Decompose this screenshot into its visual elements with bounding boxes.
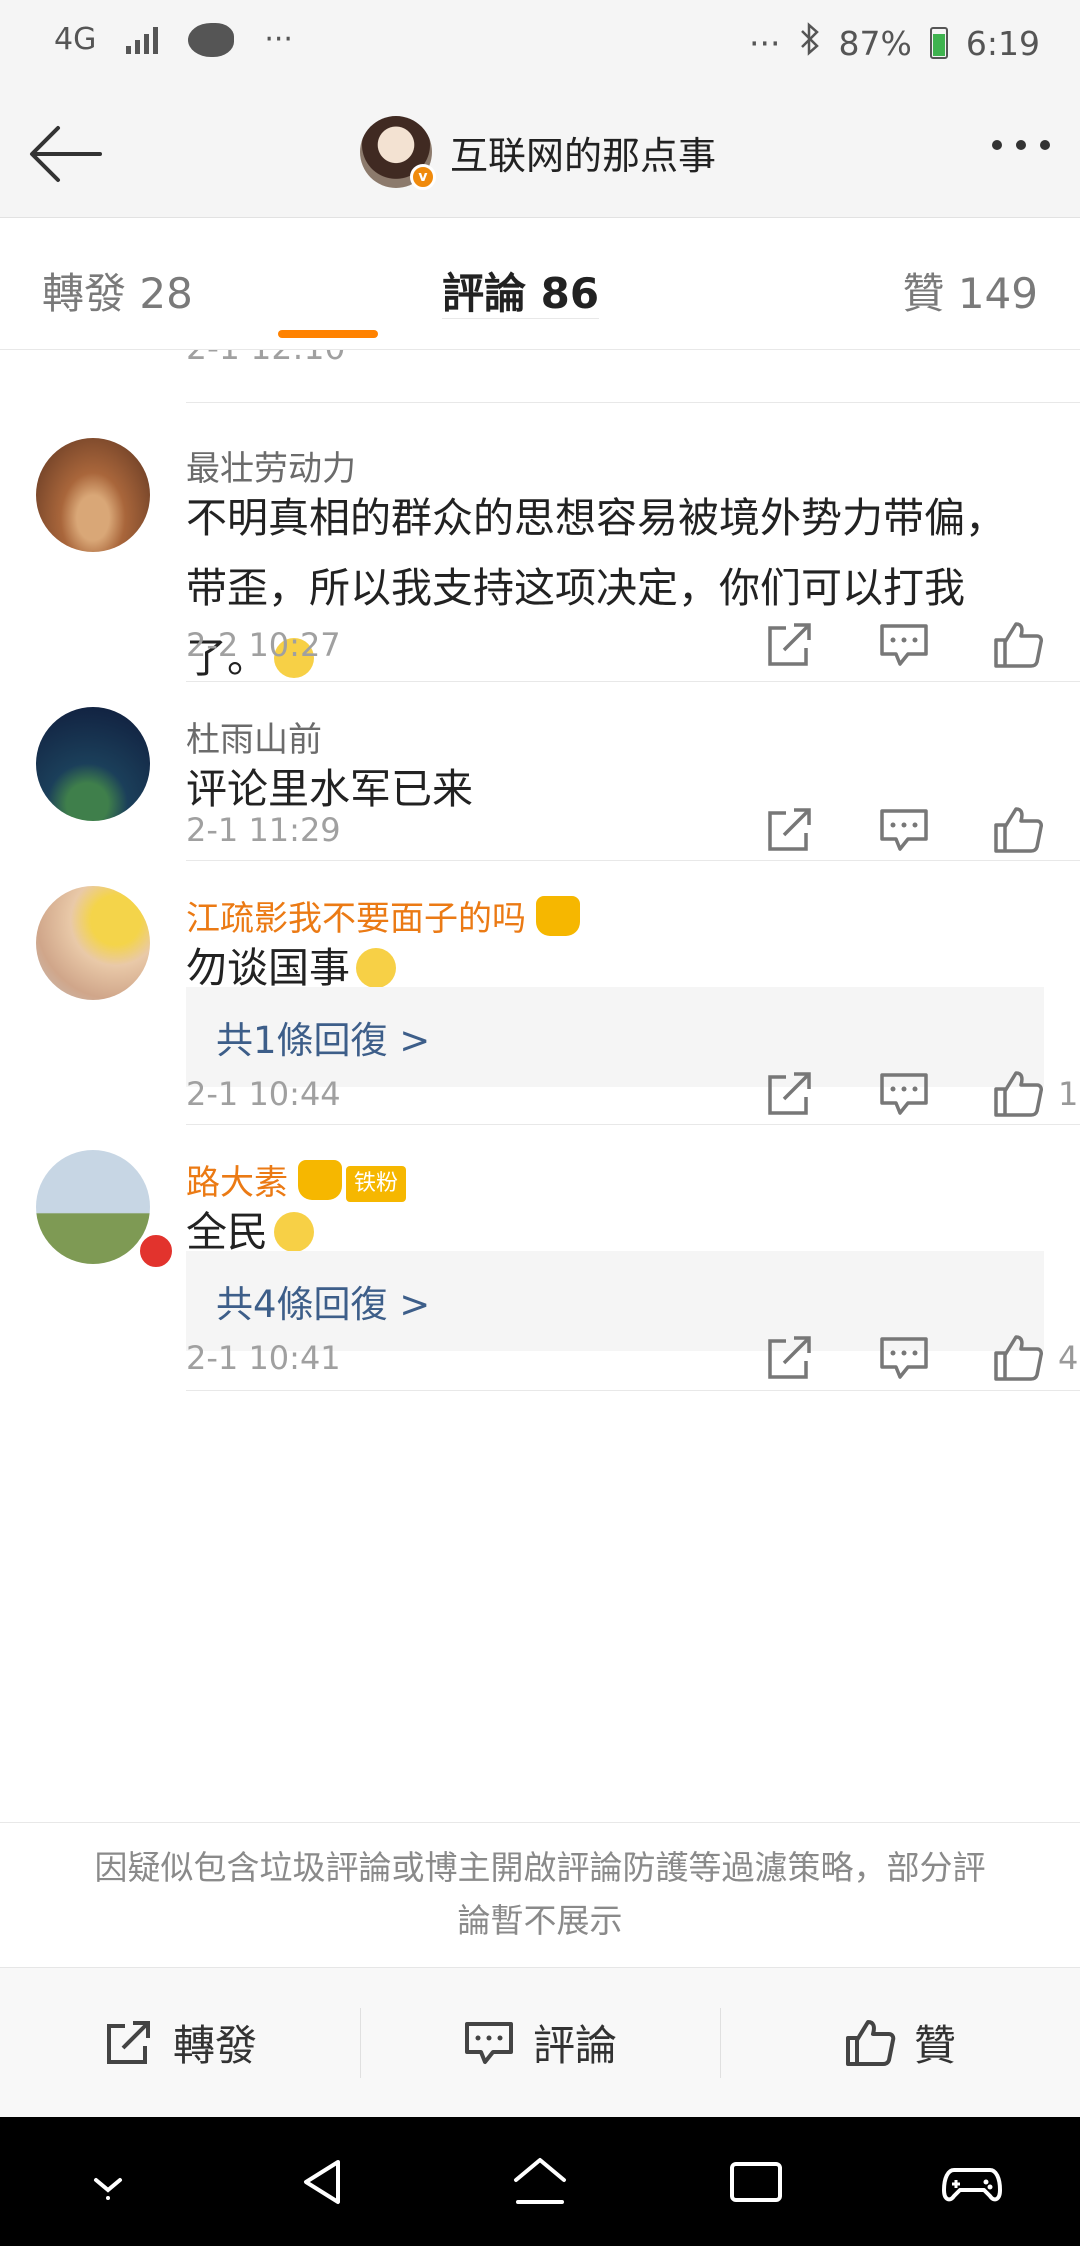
comment-meta: 2-2 10:27 <box>186 622 1080 668</box>
forward-button[interactable]: 轉發 <box>0 1968 360 2117</box>
comment-item-clipped: 2-1 12:10 <box>186 350 1080 403</box>
avatar[interactable] <box>36 886 150 1000</box>
comment-icon[interactable] <box>878 805 930 855</box>
chevron-down-icon[interactable] <box>76 2150 140 2214</box>
recents-icon[interactable] <box>724 2150 788 2214</box>
comment-time: 2-2 10:27 <box>186 626 341 664</box>
verified-badge-icon: v <box>410 164 436 190</box>
thumbs-up-icon[interactable] <box>992 620 1044 670</box>
app-notification-icon <box>188 22 235 57</box>
comment-item[interactable]: 最壮劳动力 不明真相的群众的思想容易被境外势力带偏，带歪，所以我支持这项决定，你… <box>36 403 1080 682</box>
comment-time: 2-1 10:41 <box>186 1339 341 1377</box>
back-arrow-icon[interactable] <box>28 122 104 186</box>
comment-time: 2-1 12:10 <box>186 350 346 367</box>
battery-percent: 87% <box>838 23 912 63</box>
comment-time: 2-1 10:44 <box>186 1075 341 1113</box>
comment-icon <box>464 2021 513 2064</box>
comment-meta: 2-1 10:44 1 <box>186 1071 1080 1117</box>
thumbs-up-icon[interactable] <box>992 1333 1044 1383</box>
app-header: v 互联网的那点事 <box>0 90 1080 218</box>
avatar[interactable] <box>36 438 150 552</box>
battery-icon <box>929 27 948 59</box>
more-status: ··· <box>749 23 781 63</box>
share-icon[interactable] <box>764 805 816 855</box>
like-button[interactable]: 4 <box>992 1333 1080 1383</box>
comment-icon[interactable] <box>878 1333 930 1383</box>
comment-text-content: 勿谈国事 <box>186 944 350 992</box>
forward-label: 轉發 <box>172 2021 257 2070</box>
filter-notice: 因疑似包含垃圾評論或博主開啟評論防護等過濾策略，部分評論暫不展示 <box>0 1822 1080 1967</box>
shocked-emoji-icon <box>274 1212 314 1252</box>
comment-icon[interactable] <box>878 620 930 670</box>
comment-item[interactable]: 杜雨山前 评论里水军已来 2-1 11:29 <box>36 682 1080 861</box>
account-name[interactable]: 互联网的那点事 <box>450 125 716 180</box>
account-avatar[interactable]: v <box>360 116 436 190</box>
share-icon <box>106 2020 150 2064</box>
member-badge-icon <box>136 1231 176 1271</box>
like-button[interactable]: 1 <box>992 1069 1080 1119</box>
share-icon[interactable] <box>764 620 816 670</box>
tab-comments[interactable]: 評論 86 <box>442 269 600 319</box>
like-button[interactable]: 贊 <box>720 1968 1080 2117</box>
active-tab-indicator <box>278 330 378 338</box>
like-count: 4 <box>1058 1339 1079 1377</box>
like-count: 1 <box>1058 1075 1079 1113</box>
network-indicator: 4G <box>54 22 97 57</box>
tab-bar: 轉發 28 評論 86 贊 149 <box>0 218 1080 350</box>
share-icon[interactable] <box>764 1069 816 1119</box>
blush-emoji-icon <box>356 948 396 988</box>
tab-forward[interactable]: 轉發 28 <box>42 260 193 321</box>
thumbs-up-icon[interactable] <box>992 805 1044 855</box>
thumbs-up-icon <box>845 2019 896 2066</box>
comment-list[interactable]: 2-1 12:10 最壮劳动力 不明真相的群众的思想容易被境外势力带偏，带歪，所… <box>0 350 1080 1391</box>
back-triangle-icon[interactable] <box>292 2150 356 2214</box>
more-dots-icon[interactable] <box>992 140 1050 150</box>
home-icon[interactable] <box>508 2150 572 2214</box>
bottom-action-bar: 轉發 評論 贊 <box>0 1967 1080 2117</box>
comment-meta: 2-1 10:41 4 <box>186 1335 1080 1381</box>
vip-crown-icon <box>536 896 580 936</box>
avatar[interactable] <box>36 1150 150 1264</box>
thumbs-up-icon[interactable] <box>992 1069 1044 1119</box>
more-notifications: ··· <box>264 22 293 57</box>
bluetooth-icon <box>799 22 821 64</box>
comment-item[interactable]: 江疏影我不要面子的吗 勿谈国事 共1條回復 > 2-1 10:44 1 <box>36 861 1080 1125</box>
comment-button[interactable]: 評論 <box>360 1968 720 2117</box>
comment-item[interactable]: 路大素 铁粉 全民 共4條回復 > 2-1 10:41 4 <box>36 1125 1080 1391</box>
comment-text-content: 全民 <box>186 1208 268 1256</box>
share-icon[interactable] <box>764 1333 816 1383</box>
comment-label: 評論 <box>532 2021 617 2070</box>
account-header[interactable]: v 互联网的那点事 <box>360 116 716 190</box>
clock: 6:19 <box>965 23 1040 63</box>
like-label: 贊 <box>913 2021 956 2070</box>
system-nav-bar <box>0 2117 1080 2246</box>
gamepad-icon[interactable] <box>940 2150 1004 2214</box>
comment-time: 2-1 11:29 <box>186 811 341 849</box>
status-bar: 4G ··· ··· 87% 6:19 <box>0 0 1080 90</box>
fan-badge: 铁粉 <box>346 1166 407 1202</box>
avatar[interactable] <box>36 707 150 821</box>
comment-meta: 2-1 11:29 <box>186 807 1080 853</box>
comment-icon[interactable] <box>878 1069 930 1119</box>
signal-icon <box>126 26 159 54</box>
tab-likes[interactable]: 贊 149 <box>902 260 1038 321</box>
vip-crown-icon <box>298 1160 342 1200</box>
